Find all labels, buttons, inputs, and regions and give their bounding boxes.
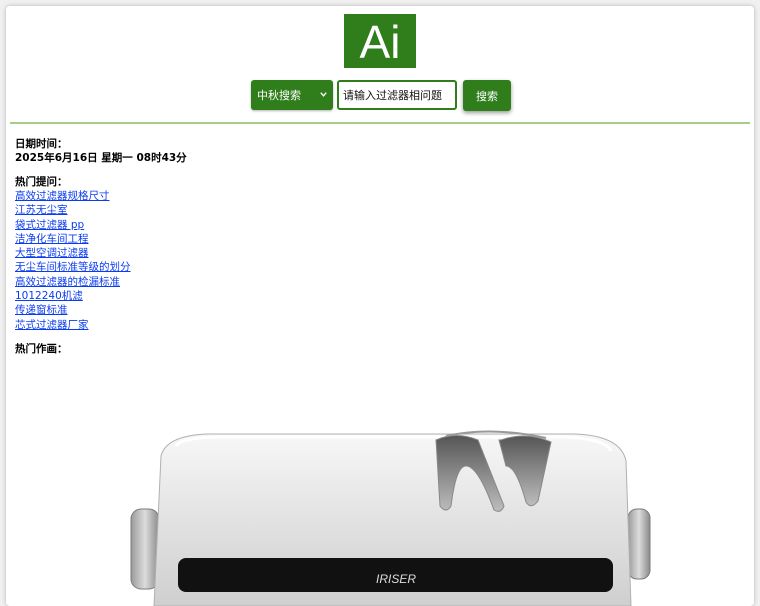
main-content: 日期时间： 2025年6月16日 星期一 08时43分 热门提问： 高效过滤器规… (15, 137, 735, 356)
hot-art-label: 热门作画： (15, 342, 68, 355)
search-button-label: 搜索 (476, 89, 498, 103)
page-card: Ai 中秋搜索 请输入过滤器相问题 搜索 日期时间： 2025年6月16日 星期… (6, 6, 754, 606)
hot-question-link[interactable]: 大型空调过滤器 (15, 246, 735, 260)
search-input-value: 请输入过滤器相问题 (343, 89, 442, 102)
hot-question-link[interactable]: 高效过滤器的检漏标准 (15, 275, 735, 289)
search-button[interactable]: 搜索 (463, 80, 511, 111)
product-image[interactable]: IRISER (106, 406, 666, 606)
hot-question-link[interactable]: 1012240机滤 (15, 289, 735, 303)
hot-questions-label: 热门提问： (15, 176, 68, 188)
datetime-label: 日期时间： (15, 138, 68, 150)
hot-question-link[interactable]: 袋式过滤器 pp (15, 218, 735, 232)
hot-question-link[interactable]: 高效过滤器规格尺寸 (15, 189, 735, 203)
datetime-value: 2025年6月16日 星期一 08时43分 (15, 152, 187, 164)
logo-ai-mark: Ai (360, 16, 401, 66)
hot-questions-list: 高效过滤器规格尺寸 江苏无尘室 袋式过滤器 pp 洁净化车间工程 大型空调过滤器… (15, 189, 735, 332)
header-divider (10, 122, 750, 124)
hot-question-link[interactable]: 芯式过滤器厂家 (15, 318, 735, 332)
product-badge-text: IRISER (376, 572, 416, 586)
select-value: 中秋搜索 (257, 89, 301, 102)
logo-text: Ai (360, 16, 401, 66)
hot-question-link[interactable]: 无尘车间标准等级的划分 (15, 260, 735, 274)
hot-question-link[interactable]: 江苏无尘室 (15, 203, 735, 217)
hot-question-link[interactable]: 传递窗标准 (15, 303, 735, 317)
hot-question-link[interactable]: 洁净化车间工程 (15, 232, 735, 246)
search-input[interactable]: 请输入过滤器相问题 (337, 80, 457, 110)
chevron-down-icon (320, 92, 327, 97)
search-bar: 中秋搜索 请输入过滤器相问题 搜索 (251, 80, 511, 111)
site-logo[interactable]: Ai (344, 14, 416, 68)
search-category-select[interactable]: 中秋搜索 (251, 80, 333, 110)
